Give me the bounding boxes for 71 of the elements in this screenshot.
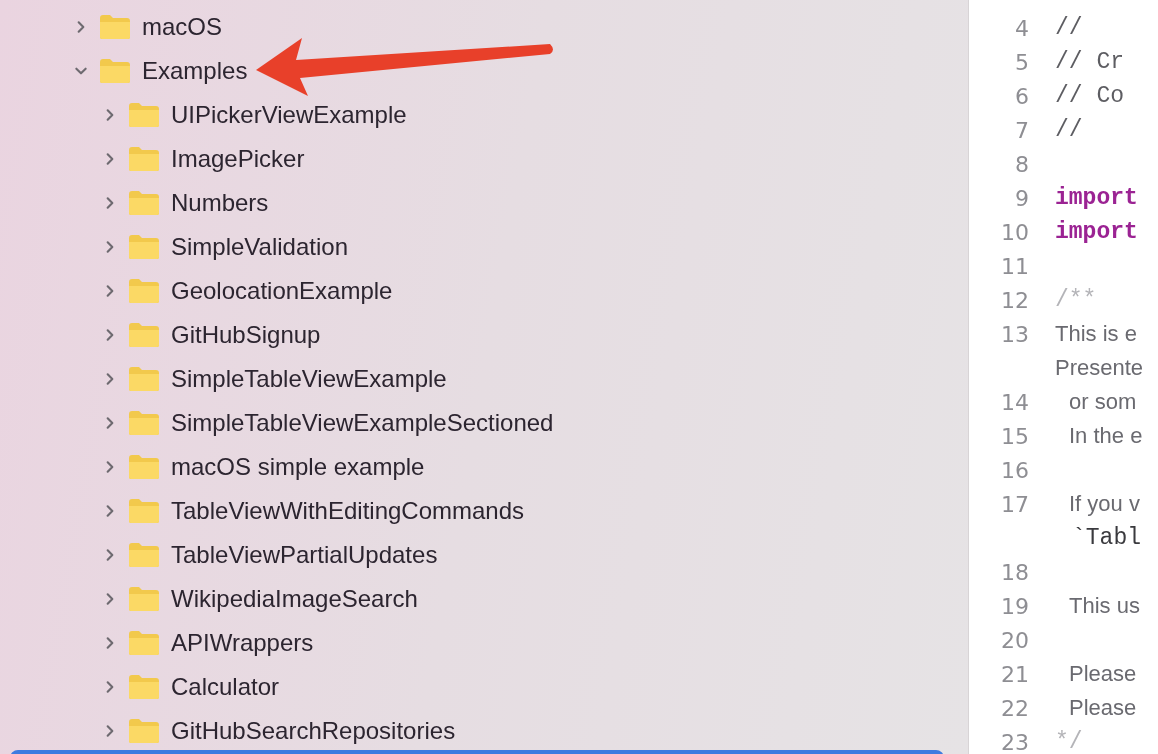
line-number: 12: [1000, 287, 1030, 313]
code-text: /**: [1055, 287, 1097, 313]
folder-name[interactable]: macOS: [142, 13, 222, 41]
line-number: 20: [1000, 627, 1030, 653]
folder-name[interactable]: SimpleValidation: [171, 233, 348, 261]
folder-name[interactable]: UIPickerViewExample: [171, 101, 407, 129]
folder-icon: [99, 14, 131, 40]
line-number: 4: [1014, 15, 1030, 41]
code-text: // Cr: [1055, 49, 1124, 75]
line-number: 13: [1000, 321, 1030, 347]
code-text: */: [1055, 729, 1083, 754]
line-number: 10: [1000, 219, 1030, 245]
folder-icon: [128, 542, 160, 568]
folder-name[interactable]: GitHubSignup: [171, 321, 321, 349]
folder-icon: [128, 234, 160, 260]
code-text: `Tabl: [1071, 525, 1141, 551]
folder-name[interactable]: SimpleTableViewExample: [171, 365, 447, 393]
line-number: 9: [1014, 185, 1030, 211]
folder-icon: [128, 674, 160, 700]
line-number: 8: [1014, 151, 1030, 177]
code-text: This us: [1068, 593, 1140, 619]
code-text: This is e: [1055, 321, 1137, 347]
folder-name[interactable]: SimpleTableViewExampleSectioned: [171, 409, 554, 437]
code-text: import: [1055, 219, 1138, 245]
code-text: import: [1055, 185, 1138, 211]
folder-name[interactable]: GitHubSearchRepositories: [171, 717, 456, 745]
line-number: 22: [1000, 695, 1030, 721]
line-number: 18: [1000, 559, 1030, 585]
folder-icon: [128, 586, 160, 612]
folder-name[interactable]: APIWrappers: [171, 629, 314, 657]
code-text: In the e: [1068, 423, 1143, 449]
line-number: 6: [1014, 83, 1030, 109]
line-number: 17: [1000, 491, 1030, 517]
folder-name[interactable]: Examples: [142, 57, 248, 85]
folder-icon: [128, 366, 160, 392]
folder-name[interactable]: TableViewPartialUpdates: [171, 541, 438, 569]
folder-name[interactable]: Numbers: [171, 189, 269, 217]
folder-icon: [128, 410, 160, 436]
folder-icon: [128, 190, 160, 216]
code-text: Please: [1068, 661, 1137, 687]
folder-icon: [128, 146, 160, 172]
folder-icon: [128, 498, 160, 524]
folder-name[interactable]: GeolocationExample: [171, 277, 393, 305]
line-number: 19: [1000, 593, 1030, 619]
code-text: or som: [1068, 389, 1137, 415]
folder-icon: [99, 58, 131, 84]
code-text: Please: [1068, 695, 1137, 721]
line-number: 16: [1000, 457, 1030, 483]
line-number: 7: [1014, 117, 1030, 143]
line-number: 15: [1000, 423, 1030, 449]
folder-icon: [128, 454, 160, 480]
folder-name[interactable]: macOS simple example: [171, 453, 425, 481]
code-text: // Co: [1055, 83, 1124, 109]
code-text: //: [1055, 117, 1083, 143]
folder-icon: [128, 322, 160, 348]
folder-icon: [128, 102, 160, 128]
line-number: 11: [1000, 253, 1030, 279]
line-number: 14: [1000, 389, 1030, 415]
code-text: If you v: [1068, 491, 1140, 517]
line-number: 5: [1014, 49, 1030, 75]
folder-name[interactable]: TableViewWithEditingCommands: [171, 497, 525, 525]
code-text: //: [1055, 15, 1083, 41]
folder-name[interactable]: ImagePicker: [171, 145, 305, 173]
folder-icon: [128, 278, 160, 304]
folder-name[interactable]: Calculator: [171, 673, 280, 701]
code-text: Presente: [1055, 355, 1144, 381]
folder-icon: [128, 630, 160, 656]
line-number: 23: [1000, 729, 1030, 754]
folder-name[interactable]: WikipediaImageSearch: [171, 585, 418, 613]
line-number: 21: [1000, 661, 1030, 687]
folder-icon: [128, 718, 160, 744]
